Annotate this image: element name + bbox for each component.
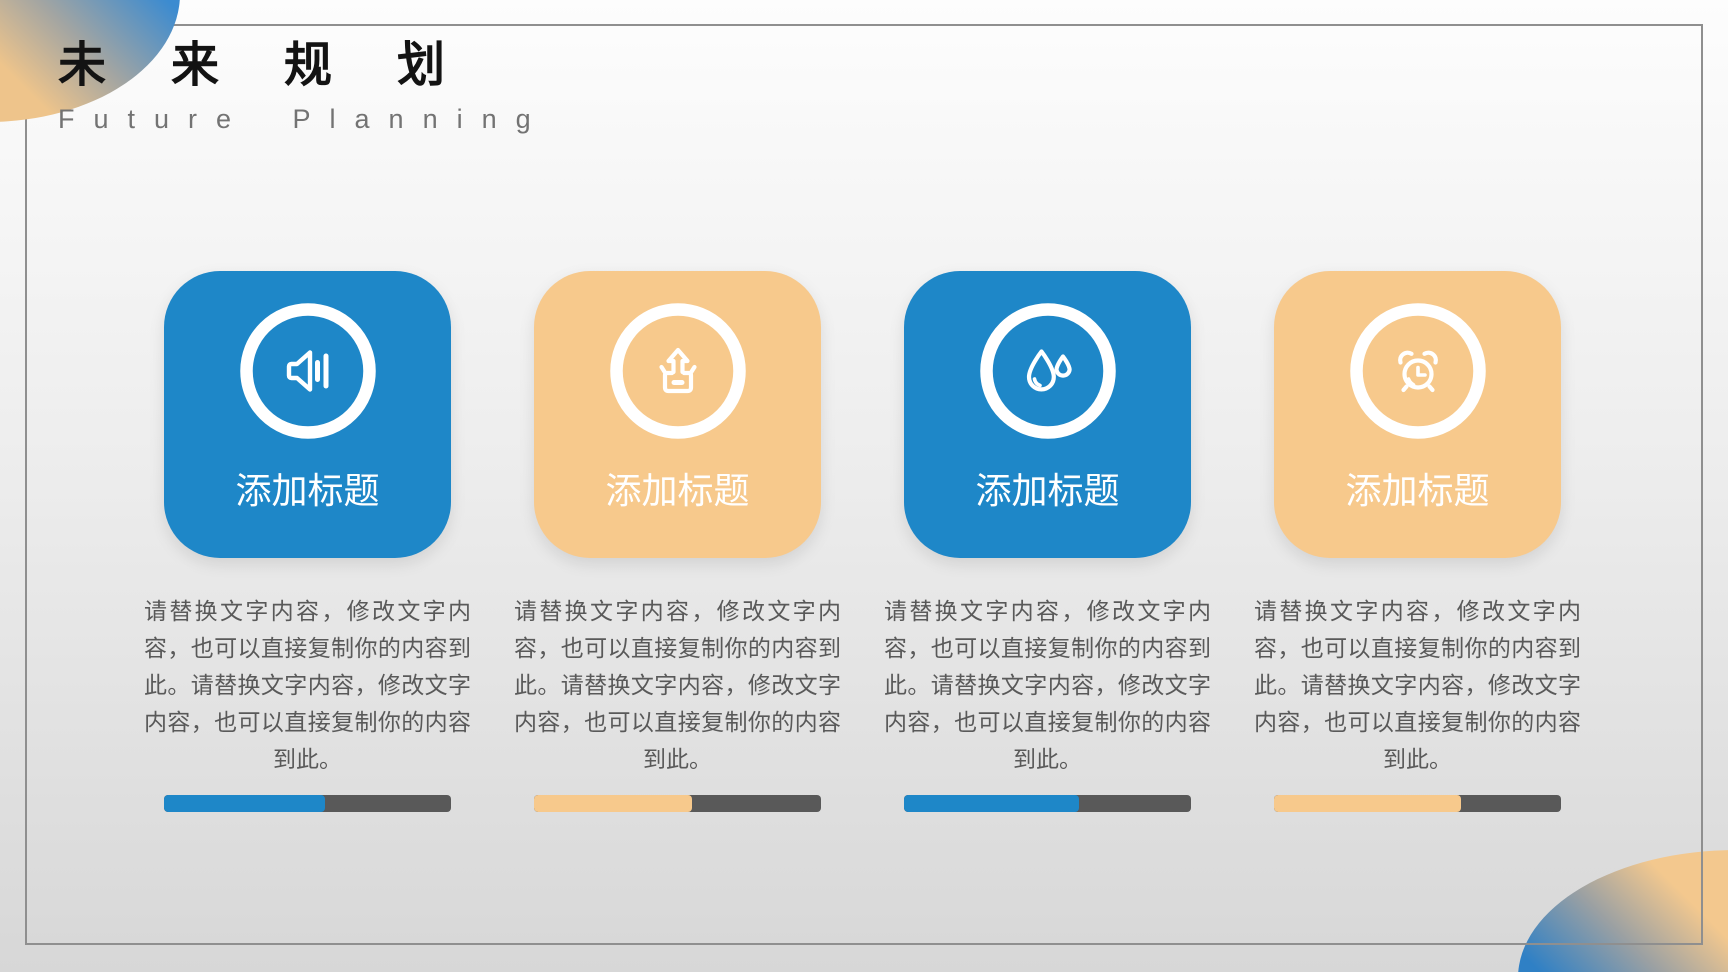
progress-fill — [1274, 795, 1461, 812]
card-body-text: 请替换文字内容，修改文字内容，也可以直接复制你的内容到此。请替换文字内容，修改文… — [1254, 598, 1581, 772]
water-drops-icon — [979, 303, 1116, 439]
card-tile: 添加标题 — [164, 271, 451, 558]
card-title: 添加标题 — [975, 470, 1120, 511]
page-title: 未来规划 — [58, 39, 511, 92]
card-future-plan-3: 添加标题 请替换文字内容，修改文字内容，也可以直接复制你的内容到此。请替换文字内… — [884, 271, 1211, 831]
card-title: 添加标题 — [1345, 470, 1490, 511]
progress-fill — [534, 795, 692, 812]
page-subtitle: Future Planning — [58, 104, 550, 134]
alarm-clock-icon — [1349, 303, 1486, 439]
card-tile: 添加标题 — [904, 271, 1191, 558]
progress-track — [534, 795, 821, 812]
card-title: 添加标题 — [605, 470, 750, 511]
card-tile: 添加标题 — [534, 271, 821, 558]
progress-fill — [164, 795, 325, 812]
card-body-text: 请替换文字内容，修改文字内容，也可以直接复制你的内容到此。请替换文字内容，修改文… — [514, 598, 841, 772]
speaker-icon — [239, 303, 376, 439]
box-upload-icon — [609, 303, 746, 439]
card-body-text: 请替换文字内容，修改文字内容，也可以直接复制你的内容到此。请替换文字内容，修改文… — [144, 598, 471, 772]
progress-track — [1274, 795, 1561, 812]
progress-track — [904, 795, 1191, 812]
card-future-plan-2: 添加标题 请替换文字内容，修改文字内容，也可以直接复制你的内容到此。请替换文字内… — [514, 271, 841, 831]
progress-fill — [904, 795, 1080, 812]
progress-track — [164, 795, 451, 812]
card-future-plan-1: 添加标题 请替换文字内容，修改文字内容，也可以直接复制你的内容到此。请替换文字内… — [144, 271, 471, 831]
card-future-plan-4: 添加标题 请替换文字内容，修改文字内容，也可以直接复制你的内容到此。请替换文字内… — [1254, 271, 1581, 831]
card-body-text: 请替换文字内容，修改文字内容，也可以直接复制你的内容到此。请替换文字内容，修改文… — [884, 598, 1211, 772]
card-tile: 添加标题 — [1274, 271, 1561, 558]
slide-header: 未来规划 Future Planning — [58, 39, 550, 135]
card-title: 添加标题 — [235, 470, 380, 511]
slide-canvas: 未来规划 Future Planning 添加标题 请替换文字内容，修改文字内容… — [0, 0, 1728, 972]
